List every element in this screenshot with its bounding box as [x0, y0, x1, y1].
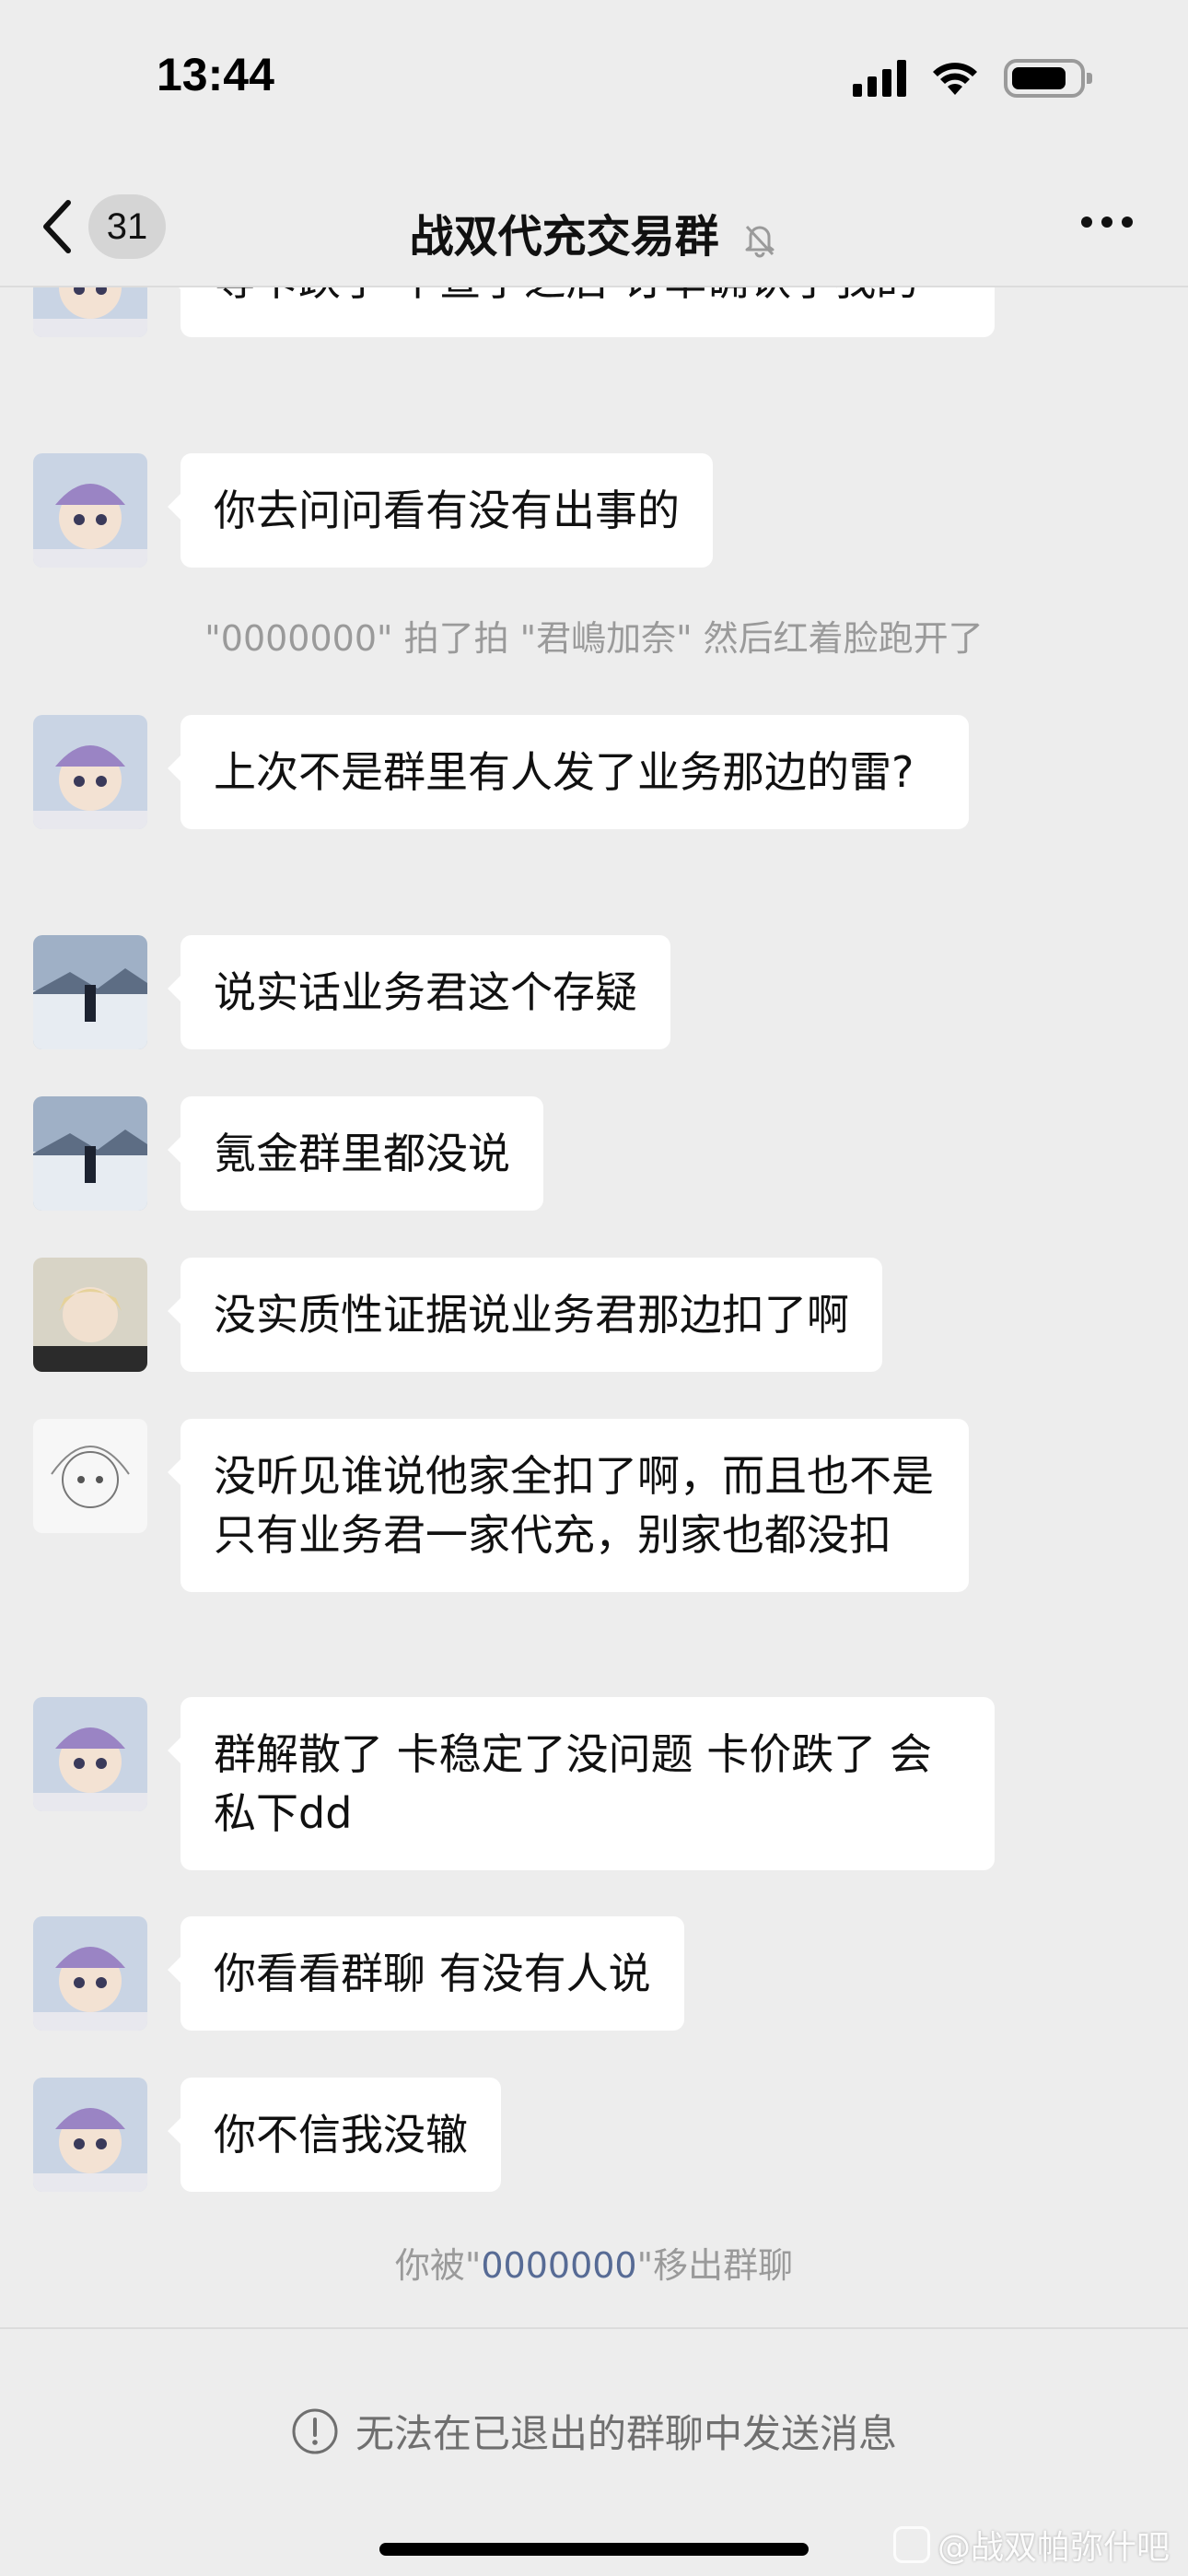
- removed-prefix: 你被": [394, 2245, 482, 2286]
- message-bubble[interactable]: 没听见谁说他家全扣了啊，而且也不是只有业务君一家代充，别家也都没扣: [168, 1419, 969, 1592]
- message-bubble[interactable]: 上次不是群里有人发了业务那边的雷?: [168, 715, 969, 829]
- status-icons: [853, 59, 1092, 98]
- avatar-anime-goggles[interactable]: [33, 287, 147, 337]
- footer: 无法在已退出的群聊中发送消息 @战双帕弥什吧: [0, 2327, 1188, 2576]
- removed-by-link[interactable]: 0000000: [481, 2245, 636, 2286]
- avatar-anime-goggles[interactable]: [33, 2078, 147, 2192]
- mute-bell-icon: [745, 225, 775, 258]
- watermark: @战双帕弥什吧: [892, 2521, 1170, 2569]
- more-dot-icon: [1081, 217, 1092, 228]
- status-time: 13:44: [157, 49, 274, 100]
- chat-title: 战双代充交易群: [0, 200, 1188, 264]
- chat-message-list[interactable]: 等卡跌了 不查了之后 订单确认了我的 你去问问看有没有出事的 "0000000"…: [0, 287, 1188, 2327]
- status-bar: 13:44: [0, 0, 1188, 161]
- message-bubble[interactable]: 群解散了 卡稳定了没问题 卡价跌了 会私下dd: [168, 1697, 995, 1870]
- avatar-anime-goggles[interactable]: [33, 453, 147, 568]
- avatar-sketch-character[interactable]: [33, 1419, 147, 1533]
- message-bubble[interactable]: 你不信我没辙: [168, 2078, 501, 2192]
- avatar-anime-goggles[interactable]: [33, 1916, 147, 2031]
- avatar-snow-landscape[interactable]: [33, 1096, 147, 1211]
- message-bubble[interactable]: 说实话业务君这个存疑: [168, 935, 670, 1049]
- more-dot-icon: [1101, 217, 1112, 228]
- more-options-button[interactable]: [1081, 217, 1133, 228]
- removed-system-message: 你被"0000000"移出群聊: [0, 2237, 1188, 2288]
- avatar-snow-landscape[interactable]: [33, 935, 147, 1049]
- message-bubble[interactable]: 等卡跌了 不查了之后 订单确认了我的: [168, 287, 995, 337]
- cellular-signal-icon: [853, 60, 906, 97]
- weibo-logo-icon: [892, 2526, 930, 2563]
- message-bubble[interactable]: 氪金群里都没说: [168, 1096, 543, 1211]
- message-bubble[interactable]: 你看看群聊 有没有人说: [168, 1916, 684, 2031]
- message-bubble[interactable]: 你去问问看有没有出事的: [168, 453, 713, 568]
- avatar-blond-character[interactable]: [33, 1258, 147, 1372]
- home-indicator[interactable]: [379, 2543, 809, 2556]
- wifi-icon: [933, 63, 977, 95]
- exited-group-notice: 无法在已退出的群聊中发送消息: [0, 2403, 1188, 2459]
- avatar-anime-goggles[interactable]: [33, 1697, 147, 1811]
- exited-group-notice-text: 无法在已退出的群聊中发送消息: [355, 2411, 897, 2456]
- pat-system-message: "0000000" 拍了拍 "君嶋加奈" 然后红着脸跑开了: [204, 618, 984, 659]
- battery-icon: [1004, 59, 1092, 98]
- chat-title-text: 战双代充交易群: [409, 211, 719, 263]
- nav-bar: 31 战双代充交易群: [0, 161, 1188, 287]
- message-bubble[interactable]: 没实质性证据说业务君那边扣了啊: [168, 1258, 882, 1372]
- more-dot-icon: [1122, 217, 1133, 228]
- avatar-anime-goggles[interactable]: [33, 715, 147, 829]
- info-circle-icon: [292, 2408, 338, 2453]
- watermark-text: @战双帕弥什吧: [937, 2529, 1170, 2567]
- removed-suffix: "移出群聊: [636, 2245, 794, 2286]
